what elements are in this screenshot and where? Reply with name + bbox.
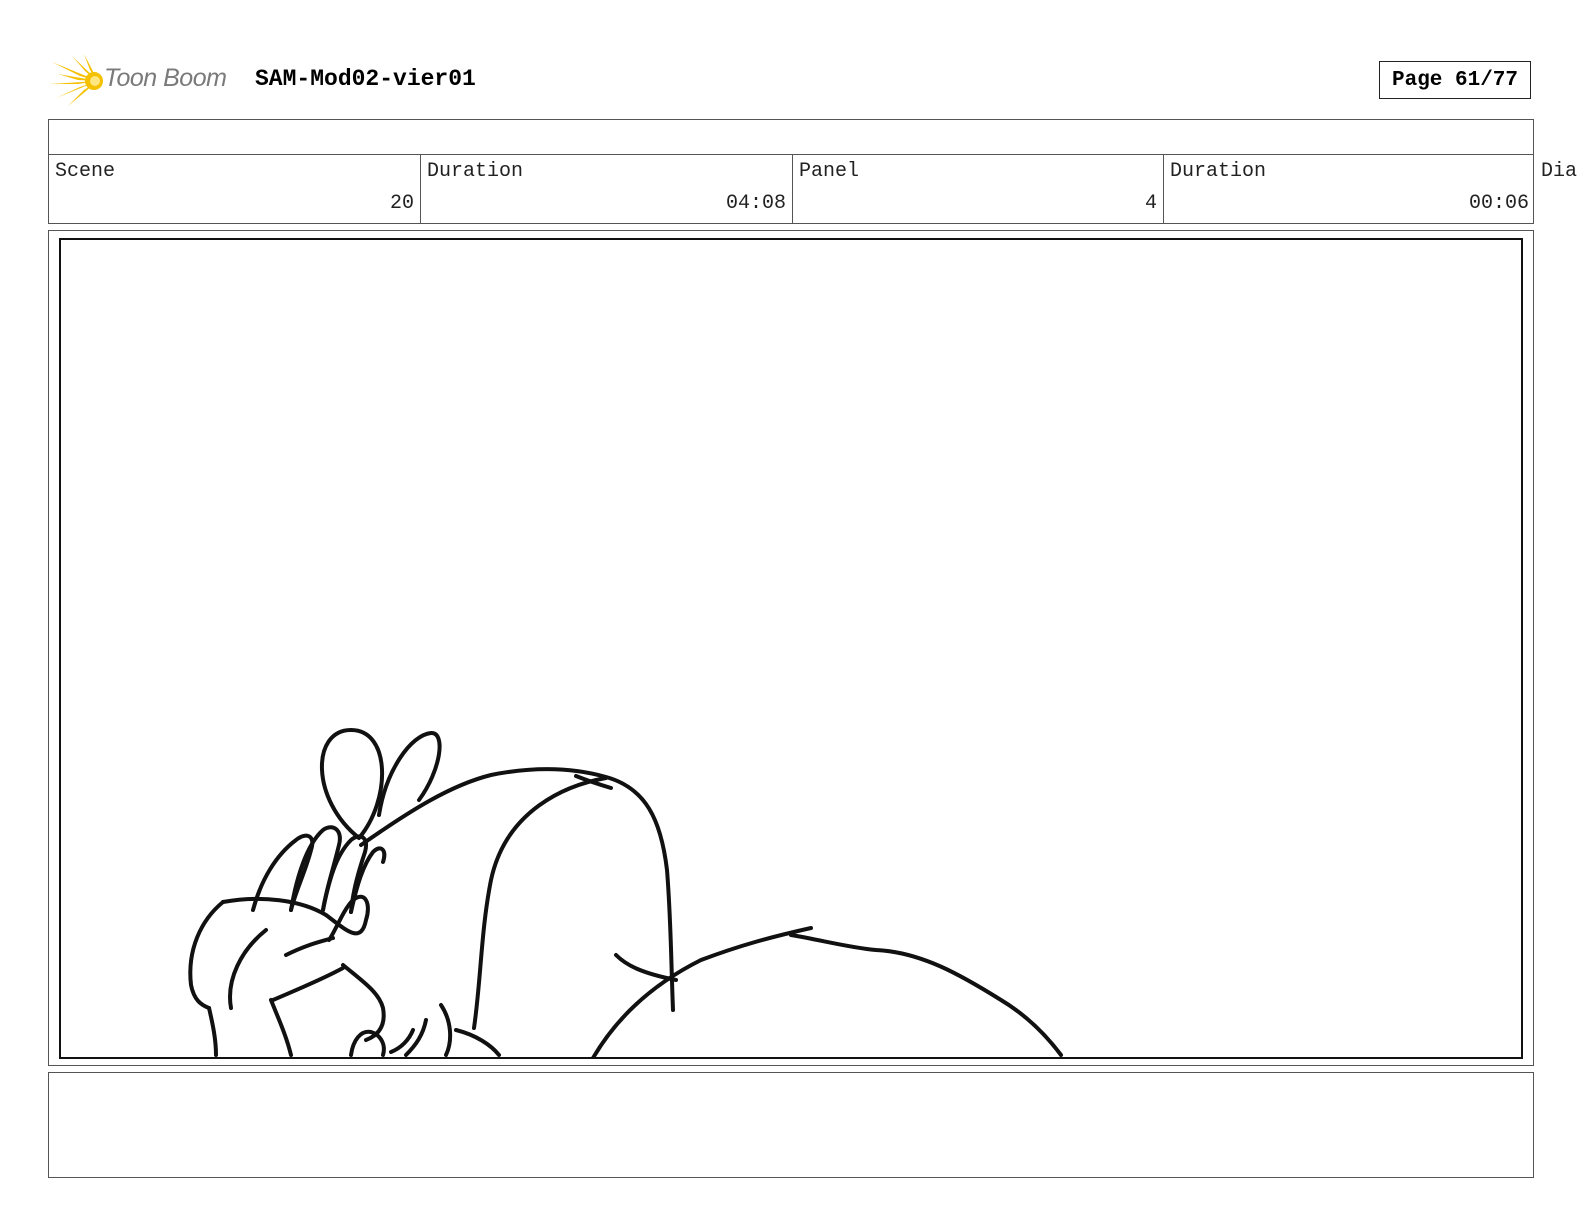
character-sketch	[188, 728, 1063, 1057]
scene-duration-cell: Duration 04:08	[421, 154, 793, 223]
panel-duration-label: Duration	[1170, 160, 1267, 183]
panel-value: 4	[1144, 192, 1157, 215]
logo-text: Toon Boom	[104, 64, 227, 92]
page-indicator: Page 61/77	[1379, 61, 1531, 99]
scene-label: Scene	[55, 160, 116, 183]
panel-duration-value: 00:06	[1468, 192, 1529, 215]
scene-duration-label: Duration	[427, 160, 524, 183]
scene-value: 20	[389, 192, 414, 215]
storyboard-drawing	[59, 238, 1523, 1059]
sequence-title-bar	[48, 119, 1534, 155]
scene-cell: Scene 20	[49, 154, 421, 223]
project-title: SAM-Mod02-vier01	[255, 66, 476, 92]
panel-duration-cell: Duration 00:06	[1164, 154, 1535, 223]
dialogue-label-clipped: Dia	[1541, 160, 1578, 183]
panel-cell: Panel 4	[793, 154, 1164, 223]
scene-duration-value: 04:08	[725, 192, 786, 215]
panel-info-row: Scene 20 Duration 04:08 Panel 4 Duration…	[48, 154, 1534, 224]
panel-notes-area	[48, 1072, 1534, 1178]
panel-label: Panel	[799, 160, 860, 183]
